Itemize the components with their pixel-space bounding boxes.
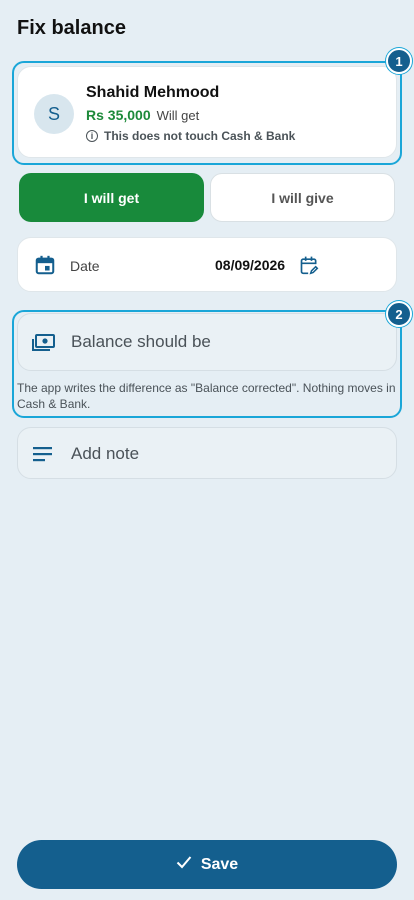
save-label: Save xyxy=(200,855,239,873)
date-value[interactable]: 08/09/2026 xyxy=(215,257,285,273)
calendar-edit-icon[interactable] xyxy=(299,255,319,280)
note-placeholder: Add note xyxy=(71,444,140,463)
i-will-get-button[interactable]: I will get xyxy=(19,173,204,222)
date-label: Date xyxy=(70,258,100,274)
check-icon xyxy=(176,855,192,874)
calendar-icon xyxy=(34,254,56,281)
i-will-give-button[interactable]: I will give xyxy=(210,173,395,222)
save-button[interactable]: Save xyxy=(17,840,397,889)
page-title: Fix balance xyxy=(17,17,126,39)
notes-icon xyxy=(32,445,54,468)
highlight-badge-1: 1 xyxy=(386,48,412,74)
highlight-badge-2: 2 xyxy=(386,301,412,327)
highlight-frame-2 xyxy=(12,310,402,418)
add-note-input[interactable]: Add note xyxy=(17,427,397,479)
highlight-frame-1 xyxy=(12,61,402,165)
date-row[interactable]: Date 08/09/2026 xyxy=(17,237,397,292)
